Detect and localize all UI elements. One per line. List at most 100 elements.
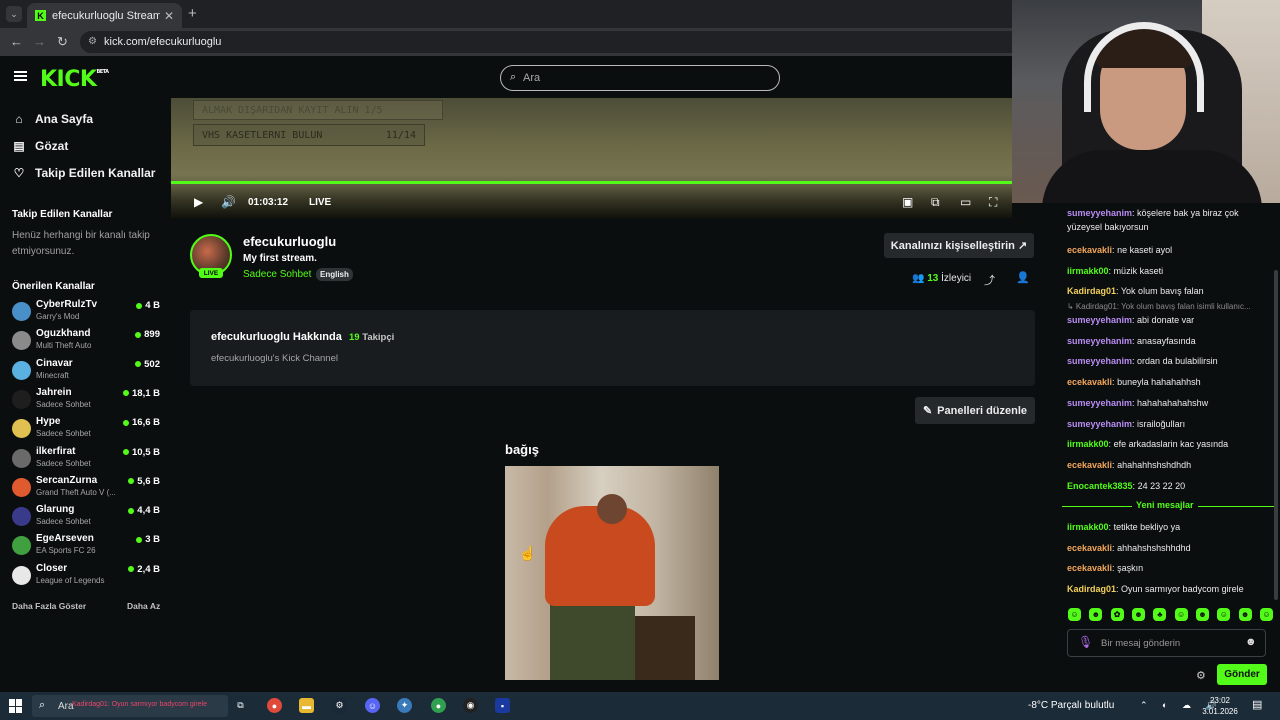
windows-start-icon[interactable] [9, 699, 23, 713]
reply-preview[interactable]: ↳ Kadirdag01: Yok olum bavış falan isiml… [1067, 302, 1272, 311]
chat-username[interactable]: iirmakk00 [1067, 522, 1109, 532]
menu-icon[interactable] [14, 71, 27, 81]
play-icon[interactable]: ▶ [194, 195, 203, 209]
site-info-icon[interactable]: ⚙ [88, 36, 97, 47]
chat-settings-icon[interactable]: ⚙ [1196, 669, 1206, 682]
chat-message[interactable]: ecekavakli: şaşkın [1067, 561, 1272, 575]
steam-icon[interactable]: ⚙ [332, 698, 347, 713]
recommended-channel[interactable]: Hype Sadece Sohbet 16,6 B [10, 414, 162, 442]
url-field[interactable]: ⚙ kick.com/efecukurluoglu [80, 31, 1012, 53]
emote-icon[interactable]: ☻ [1238, 608, 1252, 621]
chat-message[interactable]: sumeyyehanim: ordan da bulabilirsin [1067, 354, 1272, 368]
chat-message[interactable]: sumeyyehanim: israiloğulları [1067, 417, 1272, 431]
recommended-channel[interactable]: Closer League of Legends 2,4 B [10, 561, 162, 589]
chat-message[interactable]: Enocantek3835: 24 23 22 20 [1067, 479, 1272, 493]
recommended-channel[interactable]: Jahrein Sadece Sohbet 18,1 B [10, 385, 162, 413]
file-explorer-icon[interactable]: ▬ [299, 698, 314, 713]
emote-icon[interactable]: ☻ [1195, 608, 1209, 621]
forward-icon[interactable]: → [33, 34, 46, 49]
chat-username[interactable]: sumeyyehanim [1067, 398, 1132, 408]
reload-icon[interactable]: ↻ [57, 34, 68, 50]
volume-icon[interactable]: 🔊 [221, 195, 236, 209]
microphone-icon[interactable]: 🎙 [1078, 635, 1093, 649]
chat-message-input[interactable]: Bir mesaj gönderin [1067, 629, 1266, 657]
customize-channel-button[interactable]: Kanalınızı kişiselleştirin ↗ [884, 233, 1034, 258]
browser-tab[interactable]: K efecukurluoglu Stream - Watch ✕ [27, 3, 182, 28]
chat-message[interactable]: sumeyyehanim: köşelere bak ya biraz çok … [1067, 206, 1272, 234]
live-indicator[interactable]: LIVE [309, 197, 331, 208]
chrome-alt-icon[interactable]: ● [431, 698, 446, 713]
chrome-icon[interactable]: ● [267, 698, 282, 713]
recommended-channel[interactable]: CyberRulzTv Garry's Mod 4 B [10, 297, 162, 325]
stream-category-link[interactable]: Sadece Sohbet [243, 269, 311, 280]
show-less-button[interactable]: Daha Az [127, 601, 160, 611]
chat-message[interactable]: ecekavakli: ne kaseti ayol [1067, 243, 1272, 257]
chat-username[interactable]: iirmakk00 [1067, 266, 1109, 276]
show-more-button[interactable]: Daha Fazla Göster [12, 601, 86, 611]
chat-message[interactable]: iirmakk00: efe arkadaslarin kac yasında [1067, 437, 1272, 451]
chat-message[interactable]: sumeyyehanim: hahahahahahshw [1067, 396, 1272, 410]
discord-icon[interactable]: ☺ [365, 698, 380, 713]
notification-icon[interactable]: ▤ [1252, 698, 1262, 711]
share-icon[interactable]: ⤴ [984, 272, 995, 288]
emote-icon[interactable]: ✿ [1110, 608, 1124, 621]
chat-username[interactable]: ecekavakli [1067, 245, 1112, 255]
chat-message[interactable]: ecekavakli: ahhahshshshhdhd [1067, 541, 1272, 555]
back-icon[interactable]: ← [10, 34, 23, 49]
recommended-channel[interactable]: Cinavar Minecraft 502 [10, 356, 162, 384]
sidebar-item-home[interactable]: ⌂ Ana Sayfa [12, 112, 93, 126]
app-icon[interactable]: ▪ [495, 698, 510, 713]
recommended-channel[interactable]: EgeArseven EA Sports FC 26 3 B [10, 531, 162, 559]
chat-username[interactable]: Kadirdag01 [1067, 584, 1116, 594]
weather-widget[interactable]: -8°C Parçalı bulutlu [1028, 700, 1114, 711]
recommended-channel[interactable]: Oguzkhand Multi Theft Auto 899 [10, 326, 162, 354]
chat-username[interactable]: ecekavakli [1067, 377, 1112, 387]
emote-icon[interactable]: ☺ [1259, 608, 1273, 621]
chat-message[interactable]: ecekavakli: ahahahhshshdhdh [1067, 458, 1272, 472]
recommended-channel[interactable]: SercanZurna Grand Theft Auto V (... 5,6 B [10, 473, 162, 501]
search-input[interactable]: ⌕ Ara [500, 65, 780, 91]
chat-message[interactable]: Kadirdag01: Yok olum bavış falan [1067, 284, 1272, 298]
chat-username[interactable]: sumeyyehanim [1067, 208, 1132, 218]
emote-icon[interactable]: ☻ [1131, 608, 1145, 621]
emote-icon[interactable]: ☻ [1089, 608, 1103, 621]
chat-username[interactable]: ecekavakli [1067, 543, 1112, 553]
chat-username[interactable]: ecekavakli [1067, 563, 1112, 573]
theater-mode-icon[interactable]: ▭ [960, 195, 971, 209]
emoji-picker-icon[interactable]: ☻ [1245, 636, 1257, 648]
tab-close-icon[interactable]: ✕ [164, 9, 174, 23]
sidebar-item-following[interactable]: ♡ Takip Edilen Kanallar [12, 166, 156, 180]
channel-name[interactable]: efecukurluoglu [243, 234, 336, 249]
chat-username[interactable]: sumeyyehanim [1067, 419, 1132, 429]
emote-icon[interactable]: ♣ [1153, 608, 1167, 621]
chat-username[interactable]: Enocantek3835 [1067, 481, 1133, 491]
chat-username[interactable]: Kadirdag01 [1067, 286, 1116, 296]
page-scrollbar[interactable] [1274, 270, 1278, 600]
chat-message[interactable]: sumeyyehanim: anasayfasında [1067, 334, 1272, 348]
chat-username[interactable]: sumeyyehanim [1067, 336, 1132, 346]
obs-icon[interactable]: ◉ [463, 698, 478, 713]
emote-icon[interactable]: ☺ [1174, 608, 1188, 621]
chat-username[interactable]: ecekavakli [1067, 460, 1112, 470]
language-tag[interactable]: English [316, 268, 353, 281]
taskbar-clock[interactable]: 23:02 3.01.2026 [1200, 695, 1240, 717]
donation-panel-image[interactable] [505, 466, 719, 680]
chat-message[interactable]: Kadirdag01: Oyun sarmıyor badycom girele [1067, 582, 1272, 596]
chat-message[interactable]: iirmakk00: tetikte bekliyo ya [1067, 520, 1272, 534]
chat-username[interactable]: iirmakk00 [1067, 439, 1109, 449]
clip-icon[interactable]: ⧉ [931, 195, 940, 210]
kick-logo[interactable]: KICKBETA [40, 67, 109, 92]
recommended-channel[interactable]: Glarung Sadece Sohbet 4,4 B [10, 502, 162, 530]
miniplayer-icon[interactable]: ▣ [902, 195, 913, 209]
video-progress-bar[interactable] [171, 181, 1012, 184]
emote-icon[interactable]: ☺ [1068, 608, 1081, 621]
task-view-icon[interactable]: ⧉ [233, 698, 248, 713]
edit-panels-button[interactable]: ✎ Panelleri düzenle [915, 397, 1035, 424]
chat-message[interactable]: iirmakk00: müzik kaseti [1067, 264, 1272, 278]
chat-username[interactable]: sumeyyehanim [1067, 356, 1132, 366]
sidebar-item-browse[interactable]: ▤ Gözat [12, 139, 68, 153]
recommended-channel[interactable]: ilkerfirat Sadece Sohbet 10,5 B [10, 444, 162, 472]
emote-icon[interactable]: ☺ [1217, 608, 1231, 621]
fullscreen-icon[interactable]: ⛶ [989, 195, 997, 210]
chat-username[interactable]: sumeyyehanim [1067, 315, 1132, 325]
